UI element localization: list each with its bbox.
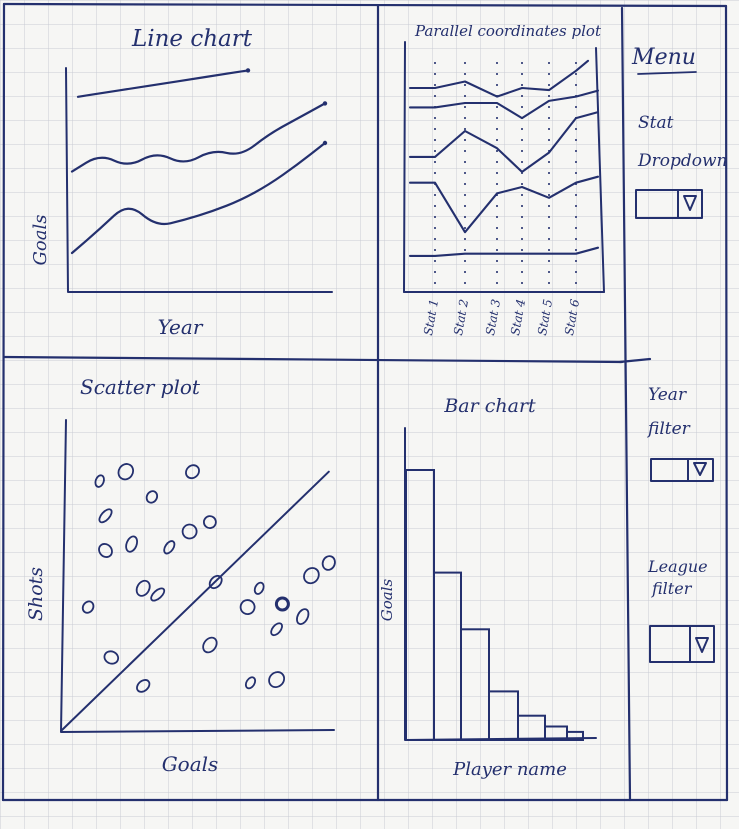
line-chart-y-label: Goals — [30, 215, 51, 266]
bar-chart-title: Bar chart — [443, 395, 536, 417]
bar-chart-y-label: Goals — [378, 578, 396, 621]
line-series-end-point — [245, 68, 251, 73]
year-filter-label-line2: filter — [646, 419, 691, 439]
line-series-end-point — [322, 140, 328, 146]
league-filter-label-line1: League — [647, 557, 708, 576]
line-series-end-point — [322, 101, 328, 106]
parallel-plot-title: Parallel coordinates plot — [414, 22, 602, 40]
scatter-plot-y-label: Shots — [25, 567, 47, 621]
sketch-sheet: Line chart Year Goals Parallel coordinat… — [0, 0, 739, 829]
scatter-plot-title: Scatter plot — [80, 375, 201, 399]
stat-dropdown-label-line2: Dropdown — [637, 151, 728, 171]
stat-dropdown-label-line1: Stat — [638, 113, 674, 133]
bar-chart-x-label: Player name — [452, 759, 567, 780]
league-filter-label-line2: filter — [651, 579, 693, 598]
menu-title: Menu — [631, 45, 696, 70]
line-chart-x-label: Year — [158, 315, 204, 339]
scatter-plot-x-label: Goals — [162, 752, 219, 776]
line-chart-title: Line chart — [131, 26, 253, 52]
year-filter-label-line1: Year — [648, 385, 687, 405]
sketch-canvas: Line chart Year Goals Parallel coordinat… — [0, 0, 739, 829]
parallel-plot-left-axis — [403, 41, 406, 293]
